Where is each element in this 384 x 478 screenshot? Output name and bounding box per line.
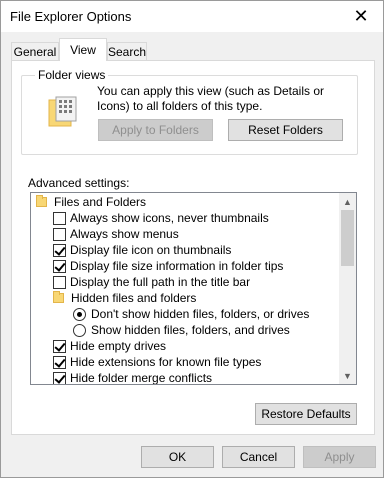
apply-to-folders-button[interactable]: Apply to Folders (98, 119, 213, 141)
checkbox[interactable] (53, 371, 66, 384)
ok-button[interactable]: OK (141, 446, 214, 468)
scroll-down-button[interactable]: ▼ (339, 367, 356, 384)
tree-item-label: Hide extensions for known file types (70, 355, 262, 369)
tree-item-label: Display the full path in the title bar (70, 275, 251, 289)
chevron-up-icon: ▲ (343, 196, 352, 207)
tab-search[interactable]: Search (107, 42, 147, 61)
advanced-settings-tree[interactable]: Files and Folders Always show icons, neve… (30, 192, 357, 385)
folder-views-title: Folder views (35, 68, 109, 82)
tree-checkbox-item[interactable]: Display file icon on thumbnails (53, 242, 231, 258)
tree-item-label: Hide empty drives (70, 339, 167, 353)
tree-item-label: Files and Folders (54, 195, 147, 209)
tab-view[interactable]: View (59, 38, 107, 61)
folder-icon (36, 195, 47, 207)
checkbox[interactable] (53, 355, 66, 369)
tree-checkbox-item[interactable]: Display the full path in the title bar (53, 274, 250, 290)
folder-views-icon (48, 96, 77, 127)
tree-checkbox-item[interactable]: Display file size information in folder … (53, 258, 283, 274)
close-button[interactable]: ✕ (339, 1, 383, 32)
tree-item-label: Hidden files and folders (71, 291, 197, 305)
chevron-down-icon: ▼ (343, 370, 352, 381)
folder-views-description: You can apply this view (such as Details… (97, 84, 325, 113)
tree-item-label: Display file icon on thumbnails (70, 243, 232, 257)
tree-checkbox-item[interactable]: Hide empty drives (53, 338, 166, 354)
scroll-thumb[interactable] (341, 210, 354, 266)
window-title: File Explorer Options (10, 9, 132, 24)
title-bar: File Explorer Options ✕ (1, 1, 383, 32)
checkbox[interactable] (53, 339, 66, 353)
radio-button[interactable] (73, 307, 86, 321)
tree-checkbox-item[interactable]: Always show menus (53, 226, 179, 242)
cancel-button[interactable]: Cancel (222, 446, 295, 468)
tree-item-label: Don't show hidden files, folders, or dri… (91, 307, 310, 321)
checkbox[interactable] (53, 275, 66, 289)
advanced-settings-scrollbar[interactable]: ▲ ▼ (339, 193, 356, 384)
tab-general[interactable]: General (11, 42, 59, 61)
tree-item-label: Show hidden files, folders, and drives (91, 323, 290, 337)
tree-item-label: Display file size information in folder … (70, 259, 284, 273)
tree-folder-item: Hidden files and folders (53, 290, 196, 306)
tree-item-label: Always show icons, never thumbnails (70, 211, 269, 225)
checkbox[interactable] (53, 259, 66, 273)
checkbox[interactable] (53, 227, 66, 241)
restore-defaults-button[interactable]: Restore Defaults (255, 403, 357, 425)
tree-item-label: Hide folder merge conflicts (70, 371, 213, 385)
apply-button[interactable]: Apply (303, 446, 376, 468)
checkbox[interactable] (53, 211, 66, 225)
tree-checkbox-item[interactable]: Always show icons, never thumbnails (53, 210, 269, 226)
folder-icon (53, 291, 64, 303)
radio-button[interactable] (73, 323, 86, 337)
file-explorer-options-window: File Explorer Options ✕ General View Sea… (0, 0, 384, 478)
advanced-settings-label: Advanced settings: (28, 176, 130, 190)
tree-radio-item[interactable]: Show hidden files, folders, and drives (73, 322, 290, 338)
tree-checkbox-item[interactable]: Hide folder merge conflicts (53, 370, 213, 385)
tree-radio-item[interactable]: Don't show hidden files, folders, or dri… (73, 306, 309, 322)
checkbox[interactable] (53, 243, 66, 257)
close-icon: ✕ (353, 6, 369, 26)
reset-folders-button[interactable]: Reset Folders (228, 119, 343, 141)
scroll-up-button[interactable]: ▲ (339, 193, 356, 210)
tree-checkbox-item[interactable]: Hide extensions for known file types (53, 354, 261, 370)
tree-item-label: Always show menus (70, 227, 179, 241)
tree-folder-item: Files and Folders (36, 194, 146, 210)
